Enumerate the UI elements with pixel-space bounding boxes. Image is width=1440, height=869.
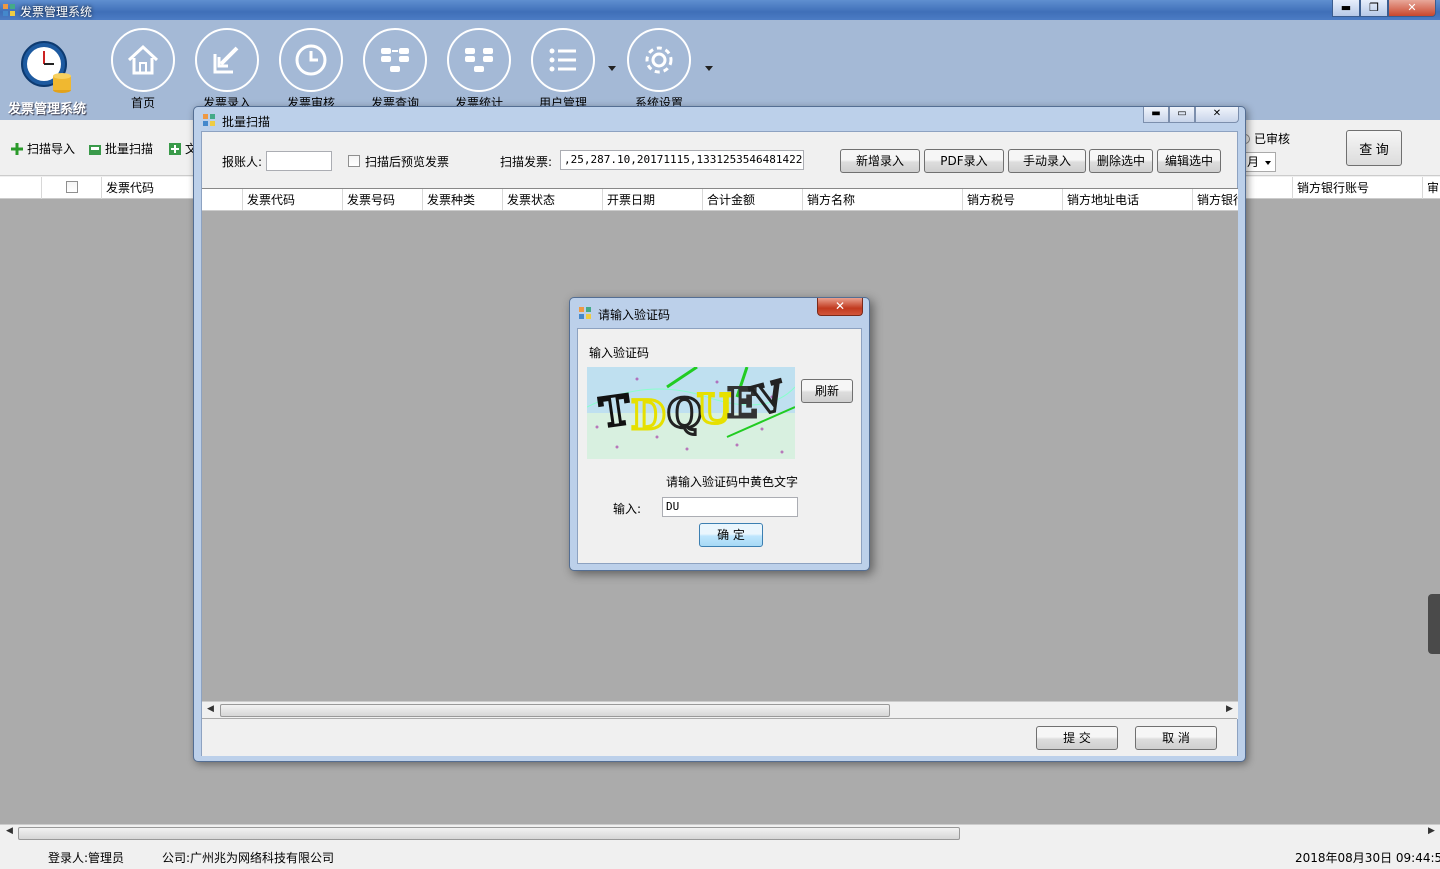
svg-text:D: D	[631, 392, 666, 439]
preview-label: 扫描后预览发票	[365, 155, 450, 169]
clock-icon	[295, 44, 327, 76]
nav-user-management[interactable]: 用户管理	[527, 28, 599, 111]
edit-selected-button[interactable]: 编辑选中	[1157, 149, 1221, 173]
captcha-client: 输入验证码 T D Q U E V 刷新 请输入验证码中黄色文字 输入: DU …	[577, 328, 862, 564]
batch-scan-window-controls: ▬ ▭ ✕	[1143, 107, 1239, 123]
select-all-checkbox[interactable]	[66, 181, 78, 193]
nav-system-settings[interactable]: 系统设置	[623, 28, 695, 111]
edit-arrow-icon	[213, 46, 239, 74]
ribbon: 发票管理系统 首页 发票录入 发票审核 发票查询 发票统计 用户管理 系统设置	[0, 20, 1440, 120]
nav-home[interactable]: 首页	[107, 28, 179, 111]
scroll-left-icon[interactable]: ◀	[207, 704, 214, 714]
company-name: 公司:广州兆为网络科技有限公司	[162, 851, 335, 865]
close-button[interactable]: ✕	[1195, 107, 1239, 123]
datetime: 2018年08月30日 09:44:52	[1295, 851, 1440, 865]
query-button[interactable]: 查 询	[1346, 130, 1402, 166]
nav-invoice-query[interactable]: 发票查询	[359, 28, 431, 111]
column-header[interactable]: 审	[1422, 177, 1440, 199]
refresh-captcha-button[interactable]: 刷新	[801, 379, 853, 403]
app-logo: 发票管理系统	[6, 38, 96, 117]
chevron-down-icon[interactable]	[608, 66, 616, 71]
captcha-prompt: 输入验证码	[589, 346, 650, 360]
reporter-input[interactable]	[266, 151, 332, 171]
captcha-image: T D Q U E V	[587, 367, 795, 459]
login-user: 登录人:管理员	[48, 851, 125, 865]
maximize-button[interactable]: ▭	[1169, 107, 1195, 123]
column-header[interactable]: 销方银行	[1192, 189, 1238, 210]
column-header[interactable]: 发票代码	[242, 189, 342, 210]
captcha-dialog: 请输入验证码 ✕ 输入验证码 T D Q U E V 刷新 请输入验证码中黄色文…	[569, 297, 870, 571]
batch-scan-footer: 提 交 取 消	[202, 718, 1237, 756]
pdf-entry-button[interactable]: PDF录入	[924, 149, 1004, 173]
column-header[interactable]: 销方税号	[962, 189, 1062, 210]
home-icon	[127, 44, 159, 75]
side-grip-handle[interactable]	[1428, 594, 1440, 654]
restore-button[interactable]: ❐	[1360, 0, 1388, 17]
status-bar: 登录人:管理员 公司:广州兆为网络科技有限公司 2018年08月30日 09:4…	[0, 842, 1440, 869]
gear-icon	[645, 46, 673, 74]
scan-invoice-input[interactable]: ,25,287.10,20171115,1331253546481422798	[560, 150, 804, 170]
cancel-button[interactable]: 取 消	[1135, 726, 1217, 750]
chevron-down-icon[interactable]	[705, 66, 713, 71]
manual-entry-button[interactable]: 手动录入	[1008, 149, 1086, 173]
main-titlebar: 发票管理系统 ▬ ❐ ✕	[0, 0, 1440, 20]
column-header[interactable]: 发票状态	[502, 189, 602, 210]
captcha-input[interactable]: DU	[662, 497, 798, 517]
app-icon	[203, 114, 215, 126]
batch-scan-title: 批量扫描	[222, 115, 271, 129]
window-controls: ▬ ❐ ✕	[1332, 0, 1436, 17]
nav-invoice-entry[interactable]: 发票录入	[191, 28, 263, 111]
scan-grid-horizontal-scrollbar[interactable]: ◀ ▶	[202, 701, 1238, 719]
scan-invoice-label: 扫描发票:	[500, 155, 553, 169]
minimize-button[interactable]: ▬	[1143, 107, 1169, 123]
batch-scan-button[interactable]: 批量扫描	[88, 140, 153, 157]
scan-import-button[interactable]: 扫描导入	[10, 140, 75, 157]
column-header[interactable]: 销方地址电话	[1062, 189, 1192, 210]
add-entry-button[interactable]: 新增录入	[840, 149, 920, 173]
minimize-button[interactable]: ▬	[1332, 0, 1360, 17]
audited-radio[interactable]: 已审核	[1240, 130, 1290, 147]
scroll-left-icon[interactable]: ◀	[6, 826, 13, 836]
select-all-cell[interactable]	[41, 177, 101, 199]
scan-toolbar: 报账人: 扫描后预览发票 扫描发票: ,25,287.10,20171115,1…	[202, 132, 1237, 188]
captcha-hint: 请输入验证码中黄色文字	[666, 475, 799, 489]
nav-invoice-audit[interactable]: 发票审核	[275, 28, 347, 111]
nav-invoice-stats[interactable]: 发票统计	[443, 28, 515, 111]
main-horizontal-scrollbar[interactable]: ◀ ▶	[0, 824, 1440, 841]
scroll-right-icon[interactable]: ▶	[1428, 826, 1435, 836]
database-sync-icon	[381, 48, 409, 72]
logo-label: 发票管理系统	[8, 102, 87, 117]
column-header[interactable]: 开票日期	[602, 189, 702, 210]
month-select[interactable]: 月	[1244, 152, 1276, 172]
batch-scan-titlebar: 批量扫描 ▬ ▭ ✕	[194, 107, 1245, 131]
delete-selected-button[interactable]: 删除选中	[1089, 149, 1153, 173]
submit-button[interactable]: 提 交	[1036, 726, 1118, 750]
column-header[interactable]: 发票种类	[422, 189, 502, 210]
captcha-title: 请输入验证码	[598, 308, 671, 322]
clock-coins-logo-icon	[21, 41, 71, 93]
scroll-thumb[interactable]	[18, 827, 960, 840]
input-label: 输入:	[613, 502, 642, 516]
preview-checkbox[interactable]	[348, 155, 360, 167]
captcha-close-button[interactable]: ✕	[817, 298, 863, 316]
plus-box-icon	[169, 142, 181, 155]
plus-icon	[11, 142, 23, 155]
window-title: 发票管理系统	[20, 5, 93, 19]
app-icon	[579, 307, 591, 319]
scroll-thumb[interactable]	[220, 704, 890, 717]
app-icon	[3, 4, 15, 16]
reporter-label: 报账人:	[222, 155, 263, 169]
column-header[interactable]: 发票号码	[342, 189, 422, 210]
scan-grid-header: 发票代码 发票号码 发票种类 发票状态 开票日期 合计金额 销方名称 销方税号 …	[202, 189, 1238, 211]
column-header[interactable]: 销方名称	[802, 189, 962, 210]
list-icon	[549, 48, 576, 72]
scanner-icon	[89, 144, 101, 155]
database-stats-icon	[465, 48, 493, 72]
close-button[interactable]: ✕	[1388, 0, 1436, 17]
confirm-button[interactable]: 确 定	[699, 523, 763, 547]
column-header[interactable]: 发票代码	[101, 177, 193, 199]
column-header[interactable]: 合计金额	[702, 189, 802, 210]
column-header[interactable]: 销方银行账号	[1292, 177, 1422, 199]
scroll-right-icon[interactable]: ▶	[1226, 704, 1233, 714]
